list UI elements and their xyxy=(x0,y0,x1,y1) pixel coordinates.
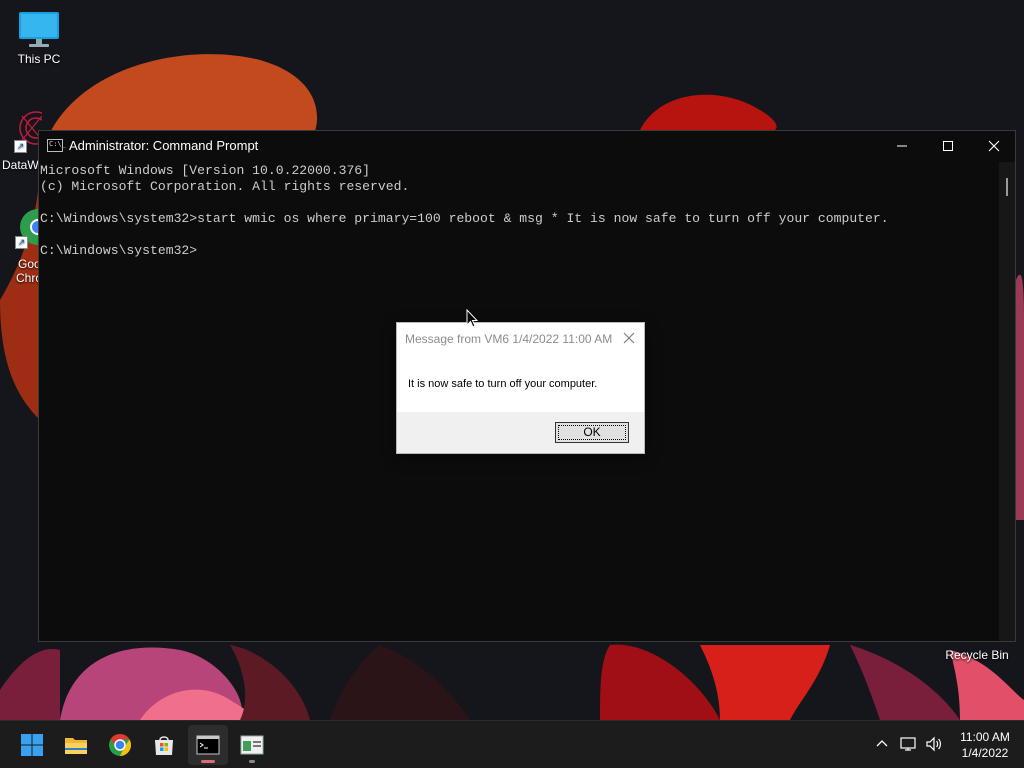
scrollbar-thumb[interactable] xyxy=(1006,178,1008,196)
window-title: Administrator: Command Prompt xyxy=(69,138,259,153)
dialog-message: It is now safe to turn off your computer… xyxy=(408,378,598,390)
taskbar-file-explorer[interactable] xyxy=(56,725,96,765)
command-prompt-icon: C:\_ xyxy=(47,139,66,152)
taskbar: 11:00 AM 1/4/2022 xyxy=(0,720,1024,768)
taskbar-start-button[interactable] xyxy=(12,725,52,765)
minimize-button[interactable] xyxy=(879,131,925,162)
taskbar-settings-window[interactable] xyxy=(232,725,272,765)
maximize-icon xyxy=(943,141,953,151)
desktop-icon-label: DataW xyxy=(2,158,39,172)
console-line: C:\Windows\system32>start wmic os where … xyxy=(40,211,889,226)
close-button[interactable] xyxy=(971,131,1017,162)
close-icon xyxy=(988,140,1000,152)
dialog-title: Message from VM6 1/4/2022 11:00 AM xyxy=(405,332,613,346)
clock-time: 11:00 AM xyxy=(960,730,1010,744)
shortcut-arrow-icon: ↗ xyxy=(15,236,28,249)
icon-text: C:\_ xyxy=(49,140,66,148)
active-app-indicator xyxy=(201,760,215,763)
desktop-icon-google-chrome[interactable]: ↗ Goo Chro xyxy=(12,205,52,285)
file-explorer-icon xyxy=(65,738,87,754)
open-app-indicator xyxy=(249,760,255,763)
chrome-icon xyxy=(109,734,131,756)
clock-date: 1/4/2022 xyxy=(961,746,1009,760)
taskbar-store[interactable] xyxy=(144,725,184,765)
volume-icon[interactable] xyxy=(925,736,943,752)
desktop-icon-recycle-bin[interactable]: Recycle Bin xyxy=(940,646,1014,662)
minimize-icon xyxy=(897,145,907,147)
start-icon xyxy=(21,734,43,756)
clock[interactable]: 11:00 AM 1/4/2022 xyxy=(950,729,1020,761)
command-prompt-icon xyxy=(196,735,220,755)
console-line: (c) Microsoft Corporation. All rights re… xyxy=(40,179,410,194)
dialog-footer: OK xyxy=(397,412,644,453)
window-titlebar[interactable]: C:\_ Administrator: Command Prompt xyxy=(39,131,1015,162)
maximize-button[interactable] xyxy=(925,131,971,162)
taskbar-command-prompt[interactable] xyxy=(188,725,228,765)
monitor-icon xyxy=(19,12,59,47)
ok-button[interactable]: OK xyxy=(555,422,629,443)
message-dialog[interactable]: Message from VM6 1/4/2022 11:00 AM It is… xyxy=(396,322,645,454)
desktop-icon-this-pc[interactable]: This PC xyxy=(10,10,68,66)
console-line: Microsoft Windows [Version 10.0.22000.37… xyxy=(40,163,371,178)
network-icon[interactable] xyxy=(900,736,918,752)
chevron-up-icon[interactable] xyxy=(875,736,889,750)
desktop-icon-datawrapper[interactable]: ↗ DataW xyxy=(2,108,42,172)
shortcut-arrow-icon: ↗ xyxy=(14,140,27,153)
desktop-icon-label: This PC xyxy=(17,52,61,66)
mouse-cursor-icon xyxy=(466,309,478,328)
close-icon[interactable] xyxy=(623,332,635,344)
settings-window-icon xyxy=(240,735,264,755)
desktop-icon-label: Recycle Bin xyxy=(945,648,1009,662)
console-prompt[interactable]: C:\Windows\system32> xyxy=(40,243,197,259)
taskbar-chrome[interactable] xyxy=(100,725,140,765)
store-icon xyxy=(155,736,173,755)
vertical-scrollbar[interactable] xyxy=(999,162,1015,641)
